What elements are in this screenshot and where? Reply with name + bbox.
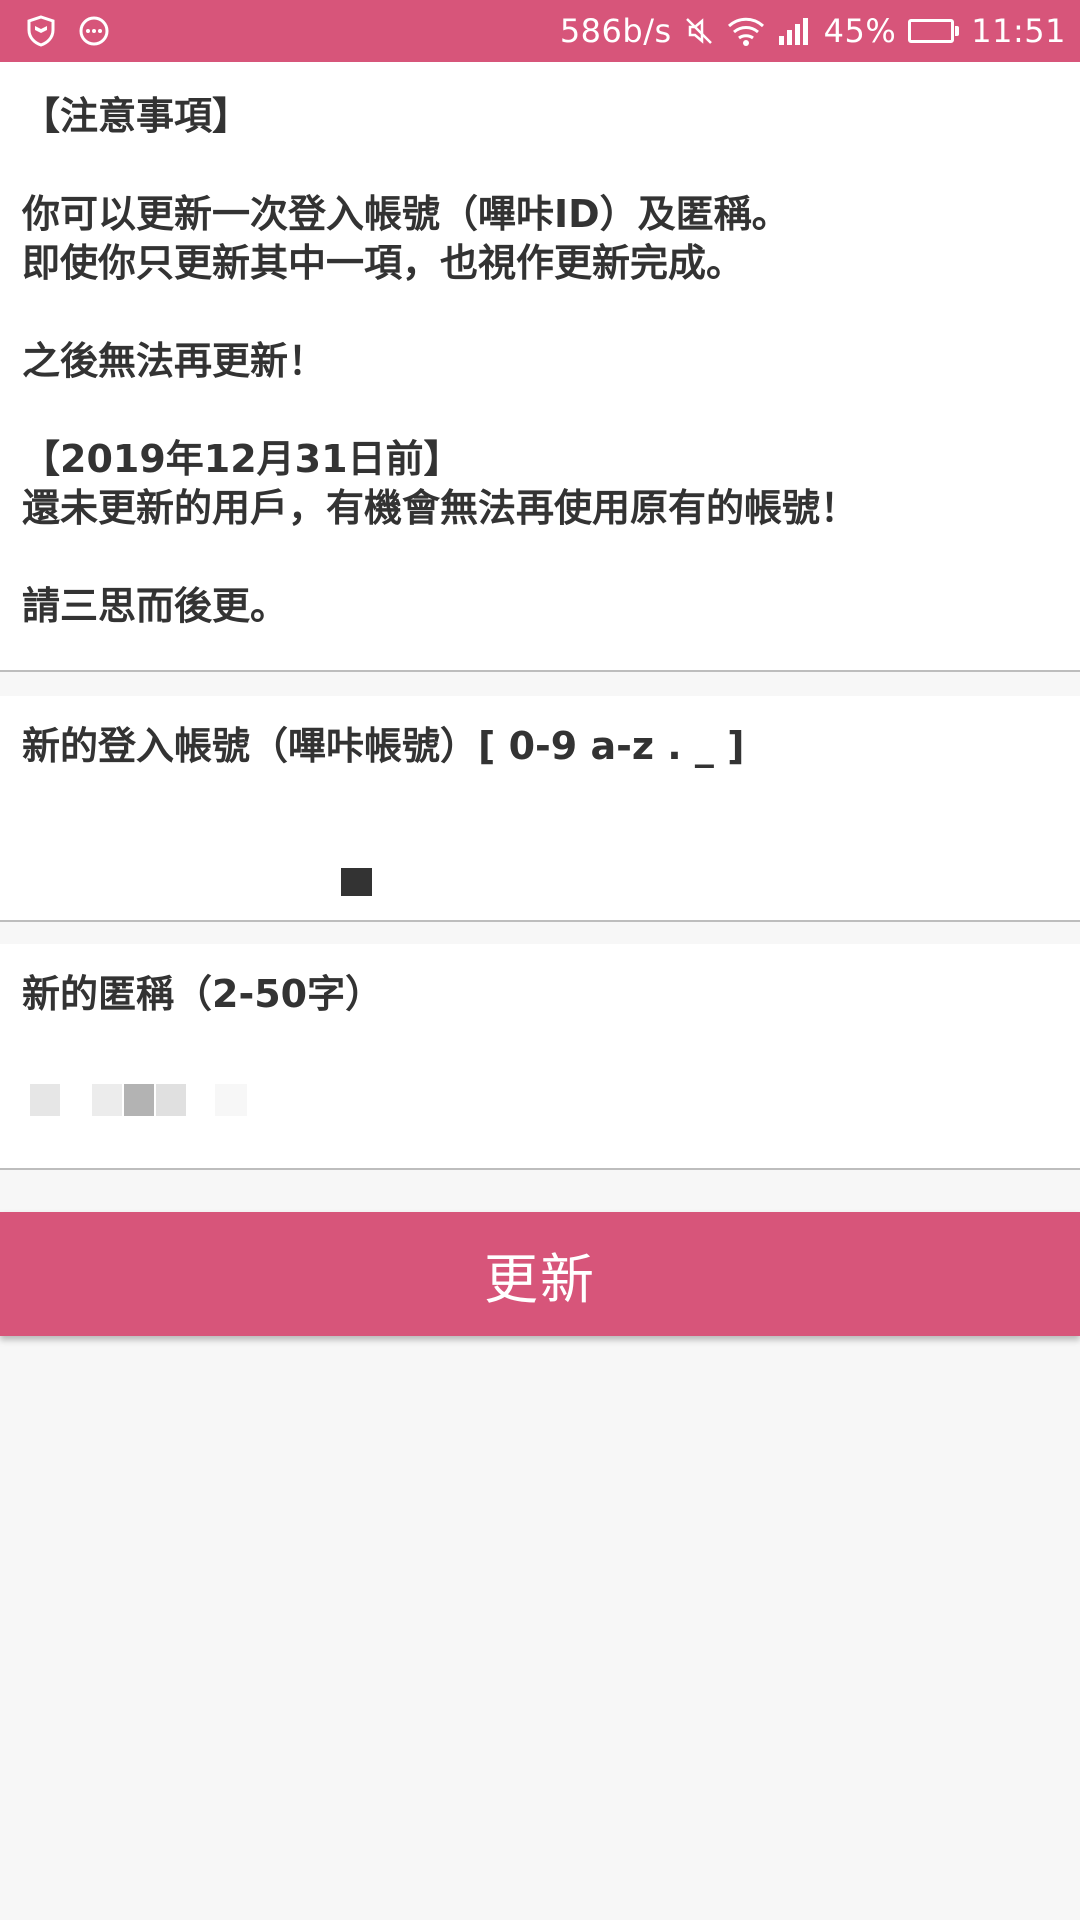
redacted-nickname-block	[124, 1084, 154, 1116]
login-id-label: 新的登入帳號（嗶咔帳號）[ 0-9 a-z . _ ]	[22, 724, 745, 768]
login-id-input[interactable]	[22, 816, 1058, 888]
wifi-icon	[726, 15, 766, 47]
notice-line-4: 還未更新的用戶，有機會無法再使用原有的帳號！	[22, 486, 859, 530]
chat-bubble-icon	[78, 15, 110, 47]
status-bar: 586b/s 45% 11:51	[0, 0, 1080, 62]
nickname-section: 新的匿稱（2-50字）	[0, 944, 1080, 1170]
update-button[interactable]: 更新	[0, 1212, 1080, 1336]
redacted-nickname-block	[92, 1084, 122, 1116]
battery-icon	[908, 19, 960, 43]
network-speed: 586b/s	[559, 12, 672, 50]
battery-percent: 45%	[823, 12, 897, 50]
status-left-icons	[24, 14, 110, 48]
redacted-nickname-block	[30, 1084, 60, 1116]
mute-icon	[684, 15, 714, 47]
shield-icon	[24, 14, 58, 48]
nickname-label: 新的匿稱（2-50字）	[22, 972, 384, 1016]
notice-deadline: 【2019年12月31日前】	[22, 437, 462, 481]
notice-panel: 【注意事項】 你可以更新一次登入帳號（嗶咔ID）及匿稱。 即使你只更新其中一項，…	[0, 62, 1080, 672]
redacted-login-value	[341, 868, 372, 896]
status-right: 586b/s 45% 11:51	[560, 12, 1066, 50]
signal-icon	[778, 16, 812, 46]
notice-line-3: 之後無法再更新！	[22, 339, 327, 383]
notice-line-5: 請三思而後更。	[22, 584, 289, 628]
notice-line-2: 即使你只更新其中一項，也視作更新完成。	[22, 241, 745, 285]
redacted-nickname-block	[156, 1084, 186, 1116]
login-id-section: 新的登入帳號（嗶咔帳號）[ 0-9 a-z . _ ]	[0, 696, 1080, 922]
redacted-nickname-block	[215, 1084, 247, 1116]
notice-line-1: 你可以更新一次登入帳號（嗶咔ID）及匿稱。	[22, 192, 790, 236]
status-time: 11:51	[971, 12, 1066, 50]
notice-title: 【注意事項】	[22, 94, 251, 138]
